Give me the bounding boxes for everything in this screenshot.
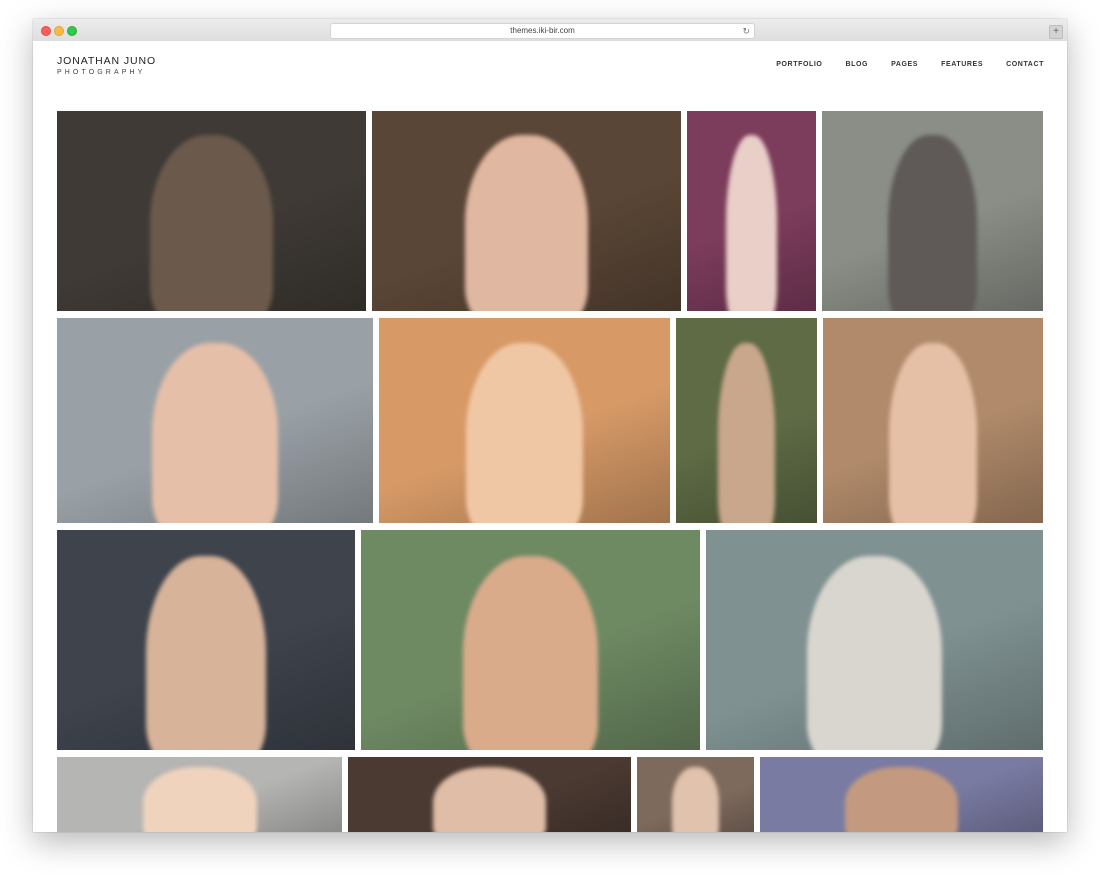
- site-logo[interactable]: JONATHAN JUNO PHOTOGRAPHY: [57, 55, 156, 77]
- gallery-photo[interactable]: [379, 318, 670, 523]
- logo-name: JONATHAN JUNO: [57, 55, 157, 67]
- gallery-photo[interactable]: [760, 757, 1043, 832]
- browser-toolbar: themes.iki-bir.com ↻ +: [33, 19, 1067, 42]
- main-nav: PORTFOLIO BLOG PAGES FEATURES CONTACT: [753, 61, 1044, 68]
- nav-features[interactable]: FEATURES: [941, 61, 983, 68]
- address-url: themes.iki-bir.com: [510, 26, 575, 35]
- nav-blog[interactable]: BLOG: [845, 61, 868, 68]
- gallery-photo[interactable]: [57, 757, 342, 832]
- gallery-photo[interactable]: [361, 530, 700, 750]
- gallery-photo[interactable]: [676, 318, 817, 523]
- browser-window: themes.iki-bir.com ↻ + JONATHAN JUNO PHO…: [33, 19, 1067, 832]
- gallery-photo[interactable]: [348, 757, 631, 832]
- reload-icon[interactable]: ↻: [742, 24, 750, 38]
- gallery-photo[interactable]: [706, 530, 1043, 750]
- gallery-photo[interactable]: [637, 757, 754, 832]
- close-window-icon[interactable]: [41, 26, 51, 36]
- logo-subtitle: PHOTOGRAPHY: [57, 69, 146, 76]
- gallery-photo[interactable]: [57, 111, 366, 311]
- gallery-photo[interactable]: [57, 530, 355, 750]
- address-bar[interactable]: themes.iki-bir.com ↻: [330, 23, 755, 39]
- minimize-window-icon[interactable]: [54, 26, 64, 36]
- gallery-photo[interactable]: [372, 111, 681, 311]
- gallery-photo[interactable]: [57, 318, 373, 523]
- nav-pages[interactable]: PAGES: [891, 61, 918, 68]
- gallery-photo[interactable]: [822, 111, 1043, 311]
- nav-contact[interactable]: CONTACT: [1006, 61, 1044, 68]
- nav-portfolio[interactable]: PORTFOLIO: [776, 61, 822, 68]
- gallery-photo[interactable]: [687, 111, 816, 311]
- site-page: JONATHAN JUNO PHOTOGRAPHY PORTFOLIO BLOG…: [33, 41, 1067, 832]
- gallery-photo[interactable]: [823, 318, 1043, 523]
- zoom-window-icon[interactable]: [67, 26, 77, 36]
- new-tab-icon[interactable]: +: [1049, 25, 1063, 39]
